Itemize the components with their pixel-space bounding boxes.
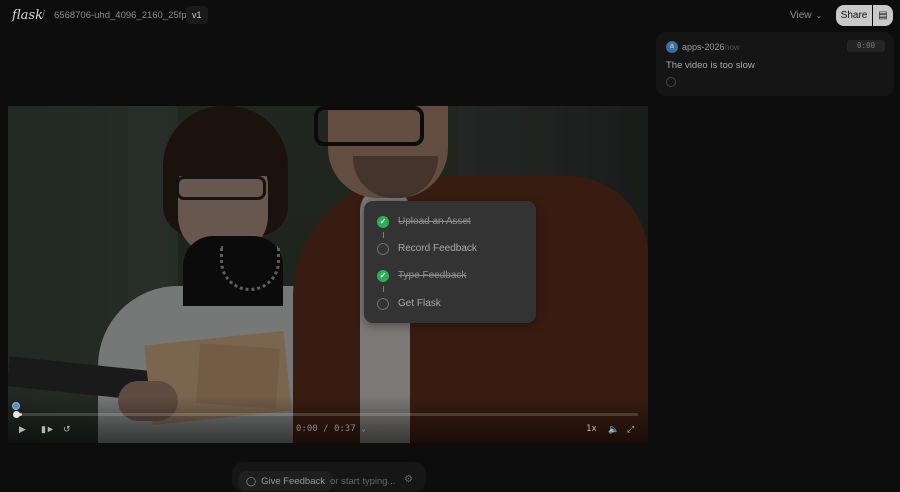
step-label: Get Flask (398, 298, 441, 309)
step-connector (383, 232, 384, 238)
duration: 0:37 (333, 424, 356, 434)
view-button-label: View (790, 10, 812, 21)
progress-handle[interactable] (13, 411, 20, 418)
video-player[interactable]: ▶ ▮► ↺ 0:00 / 0:37 ⌄ 1x 🔈 ⤢ (8, 106, 648, 443)
time-separator: / (323, 424, 329, 434)
gear-icon[interactable]: ⚙ (404, 474, 413, 485)
feedback-hint: or start typing... (330, 476, 396, 487)
comment-timestamp-badge[interactable]: 0:00 (847, 40, 885, 52)
checklist-step-type[interactable]: ✓ Type Feedback (364, 268, 536, 284)
check-icon: ✓ (377, 270, 389, 282)
checklist-step-record[interactable]: Record Feedback (364, 241, 536, 257)
avatar: a (666, 41, 678, 53)
progress-bar[interactable] (16, 413, 638, 416)
fullscreen-icon[interactable]: ⤢ (627, 423, 634, 435)
video-dim-overlay (8, 106, 648, 443)
current-time: 0:00 (296, 424, 318, 434)
time-display: 0:00 / 0:37 ⌄ (296, 423, 366, 435)
resolve-checkbox[interactable] (666, 77, 676, 87)
play-icon[interactable]: ▶ (19, 423, 26, 435)
check-icon: ✓ (377, 216, 389, 228)
comment-marker[interactable] (12, 402, 20, 410)
onboarding-checklist: ✓ Upload an Asset Record Feedback ✓ Type… (364, 201, 536, 323)
chevron-down-icon: ⌄ (815, 11, 823, 20)
version-badge[interactable]: v1 (186, 6, 208, 24)
comment-card[interactable]: a apps-2026 now 0:00 The video is too sl… (656, 32, 894, 96)
checklist-step-get-flask[interactable]: Get Flask (364, 296, 536, 312)
comment-author: apps-2026 (682, 42, 725, 52)
give-feedback-label: Give Feedback (261, 476, 325, 487)
breadcrumb-separator: / (42, 9, 46, 21)
give-feedback-button[interactable]: ◯ Give Feedback (238, 471, 333, 491)
breadcrumb-file-name[interactable]: 6568706-uhd_4096_2160_25fps (54, 10, 191, 21)
notes-button[interactable]: ▤ (873, 5, 893, 26)
clipboard-icon: ▤ (878, 10, 888, 21)
chevron-down-icon[interactable]: ⌄ (361, 424, 366, 433)
playback-speed[interactable]: 1x (586, 423, 597, 435)
step-forward-icon[interactable]: ▮► (41, 423, 55, 435)
controls-gradient (8, 396, 648, 443)
top-bar: flask / 6568706-uhd_4096_2160_25fps v1 V… (0, 0, 900, 32)
rewind-icon[interactable]: ↺ (63, 423, 71, 435)
feedback-bar: ◯ Give Feedback or start typing... ⚙ (232, 462, 426, 492)
step-label: Type Feedback (398, 270, 467, 281)
comment-time: now (725, 43, 740, 52)
comment-text: The video is too slow (666, 60, 755, 71)
empty-circle-icon (377, 243, 389, 255)
empty-circle-icon (377, 298, 389, 310)
view-menu-button[interactable]: View ⌄ (790, 7, 822, 25)
volume-icon[interactable]: 🔈 (608, 423, 619, 435)
share-button[interactable]: Share (836, 5, 872, 26)
step-label: Upload an Asset (398, 216, 471, 227)
checklist-step-upload[interactable]: ✓ Upload an Asset (364, 214, 536, 230)
comment-icon: ◯ (246, 476, 257, 486)
flask-logo[interactable]: flask (12, 8, 43, 23)
step-connector (383, 286, 384, 292)
step-label: Record Feedback (398, 243, 477, 254)
